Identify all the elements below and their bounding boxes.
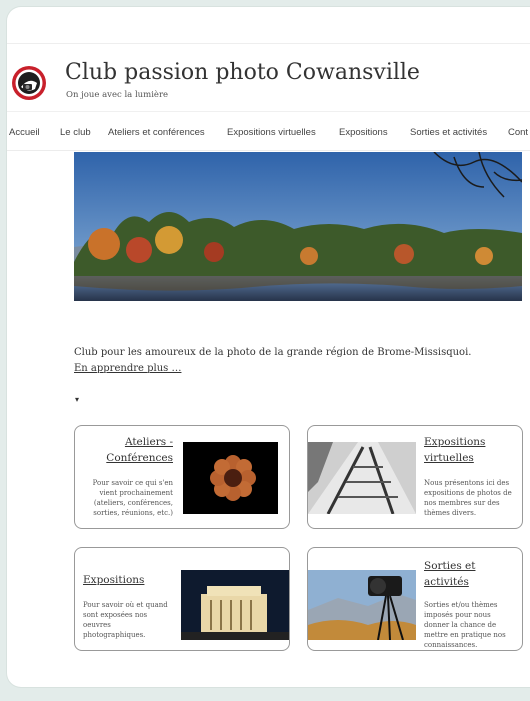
hero-lake-image	[74, 152, 522, 301]
dropdown-caret-icon[interactable]: ▾	[75, 395, 79, 404]
feature-image-camera-landscape	[308, 570, 416, 640]
feature-text-expositions: Pour savoir où et quand sont exposées no…	[83, 601, 168, 639]
feature-text-sorties: Sorties et/ou thèmes imposés pour nous d…	[424, 601, 506, 649]
feature-title-expositions[interactable]: Expositions	[83, 572, 173, 588]
nav-item-accueil[interactable]: Accueil	[9, 127, 40, 138]
feature-title-expositions-virtuelles[interactable]: Expositions virtuelles	[424, 434, 516, 466]
feature-image-flower	[183, 442, 278, 514]
nav-item-expositions[interactable]: Expositions	[339, 127, 388, 138]
feature-card-ateliers[interactable]: Ateliers - Conférences Pour savoir ce qu…	[74, 425, 290, 529]
intro-paragraph: Club pour les amoureux de la photo de la…	[74, 345, 484, 377]
nav-item-sorties[interactable]: Sorties et activités	[410, 127, 487, 138]
feature-card-sorties[interactable]: Sorties et activités Sorties et/ou thème…	[307, 547, 523, 651]
intro-text: Club pour les amoureux de la photo de la…	[74, 347, 472, 358]
feature-card-expositions[interactable]: Expositions Pour savoir où et quand sont…	[74, 547, 290, 651]
nav-item-expositions-virtuelles[interactable]: Expositions virtuelles	[227, 127, 316, 138]
learn-more-link[interactable]: En apprendre plus …	[74, 363, 181, 374]
nav-item-ateliers[interactable]: Ateliers et conférences	[108, 127, 205, 138]
main-navigation: Accueil Le club Ateliers et conférences …	[7, 111, 530, 151]
feature-card-expositions-virtuelles[interactable]: Expositions virtuelles Nous présentons i…	[307, 425, 523, 529]
browser-page: Club passion photo Cowansville On joue a…	[7, 7, 530, 687]
feature-image-building	[181, 570, 289, 640]
feature-title-ateliers[interactable]: Ateliers - Conférences	[85, 434, 173, 466]
feature-text-expositions-virtuelles: Nous présentons ici des expositions de p…	[424, 479, 512, 517]
feature-image-snowy-stairs	[308, 442, 416, 514]
site-title[interactable]: Club passion photo Cowansville	[65, 60, 420, 85]
camera-logo-icon[interactable]	[11, 65, 47, 101]
feature-text-ateliers: Pour savoir ce qui s'en vient prochainem…	[92, 479, 173, 517]
site-tagline: On joue avec la lumière	[66, 90, 169, 100]
nav-item-contact[interactable]: Cont	[508, 127, 528, 138]
nav-item-le-club[interactable]: Le club	[60, 127, 91, 138]
top-divider	[7, 43, 530, 44]
feature-title-sorties[interactable]: Sorties et activités	[424, 558, 516, 590]
